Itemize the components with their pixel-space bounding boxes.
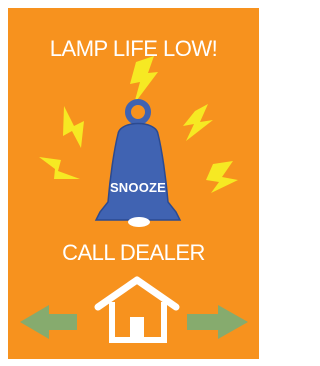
lightning-icon bbox=[130, 56, 158, 104]
bell-icon[interactable] bbox=[94, 99, 182, 227]
snooze-button[interactable]: SNOOZE bbox=[96, 180, 180, 195]
lightning-icon bbox=[39, 157, 80, 179]
home-icon[interactable] bbox=[94, 276, 180, 343]
lightning-icon bbox=[63, 106, 84, 148]
left-arrow-icon[interactable] bbox=[20, 305, 77, 339]
lightning-icon bbox=[206, 161, 238, 193]
lightning-icon bbox=[183, 104, 213, 141]
call-dealer-message: CALL DEALER bbox=[62, 240, 205, 265]
alert-screen: LAMP LIFE LOW! SNOOZE CALL DEALER bbox=[8, 8, 259, 359]
right-arrow-icon[interactable] bbox=[187, 305, 248, 339]
